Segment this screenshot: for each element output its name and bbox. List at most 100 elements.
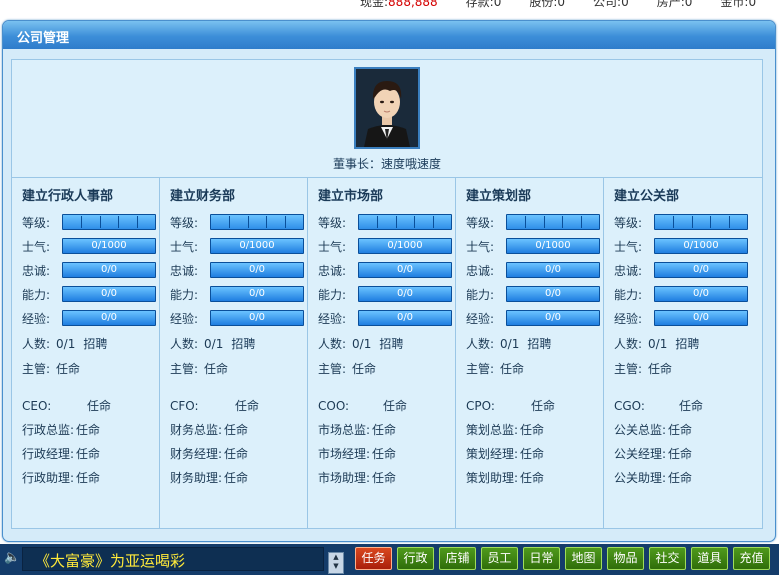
people-label: 人数: bbox=[318, 337, 347, 351]
staff-role: 策划助理: bbox=[466, 471, 519, 485]
stat-label: 能力: bbox=[466, 288, 495, 302]
hire-link[interactable]: 招聘 bbox=[83, 337, 107, 351]
menu-button[interactable]: 店铺 bbox=[439, 547, 476, 570]
appoint-link[interactable]: 任命 bbox=[668, 423, 692, 437]
stat-label: 忠诚: bbox=[170, 264, 199, 278]
appoint-link[interactable]: 任命 bbox=[224, 447, 248, 461]
appoint-link[interactable]: 任命 bbox=[520, 471, 544, 485]
appoint-link[interactable]: 任命 bbox=[224, 423, 248, 437]
appoint-link[interactable]: 任命 bbox=[235, 399, 259, 413]
staff-row: 市场总监: 任命 bbox=[318, 421, 396, 438]
level-segment bbox=[543, 216, 545, 228]
staff-role: CEO: bbox=[22, 399, 52, 413]
appoint-link[interactable]: 任命 bbox=[372, 447, 396, 461]
appoint-link[interactable]: 任命 bbox=[76, 423, 100, 437]
menu-button[interactable]: 员工 bbox=[481, 547, 518, 570]
appoint-link[interactable]: 任命 bbox=[76, 471, 100, 485]
ability-bar: 0/0 bbox=[654, 286, 748, 302]
appoint-link[interactable]: 任命 bbox=[87, 399, 111, 413]
menu-button[interactable]: 物品 bbox=[607, 547, 644, 570]
staff-row: CGO: 任命 bbox=[614, 397, 703, 414]
status-item: 现金:888,888 bbox=[360, 0, 452, 8]
stat-value: 0/0 bbox=[692, 264, 710, 275]
appoint-link[interactable]: 任命 bbox=[520, 423, 544, 437]
department-column: 建立市场部 等级: 士气: 0/1000 忠诚: 0/0 能力: 0/0 经验: 0/0 人数: 0/… bbox=[308, 178, 456, 528]
staff-role: 行政助理: bbox=[22, 471, 75, 485]
appoint-link[interactable]: 任命 bbox=[668, 471, 692, 485]
appoint-link[interactable]: 任命 bbox=[500, 362, 524, 376]
department-title[interactable]: 建立公关部 bbox=[614, 185, 679, 204]
department-title[interactable]: 建立行政人事部 bbox=[22, 185, 113, 204]
hire-link[interactable]: 招聘 bbox=[231, 337, 255, 351]
chairman-area: 董事长：速度哦速度 bbox=[12, 60, 762, 178]
department-title[interactable]: 建立财务部 bbox=[170, 185, 235, 204]
stat-value: 0/0 bbox=[248, 288, 266, 299]
exp-bar: 0/0 bbox=[358, 310, 452, 326]
manager-row: 主管: 任命 bbox=[22, 360, 80, 377]
manager-row: 主管: 任命 bbox=[614, 360, 672, 377]
staff-row: 财务经理: 任命 bbox=[170, 445, 248, 462]
status-label: 公司: bbox=[593, 0, 622, 8]
menu-button[interactable]: 充值 bbox=[733, 547, 770, 570]
menu-button[interactable]: 地图 bbox=[565, 547, 602, 570]
stat-value: 0/0 bbox=[544, 288, 562, 299]
hire-link[interactable]: 招聘 bbox=[675, 337, 699, 351]
appoint-link[interactable]: 任命 bbox=[520, 447, 544, 461]
staff-row: COO: 任命 bbox=[318, 397, 407, 414]
ticker-scroll[interactable]: ▲ ▼ bbox=[328, 552, 344, 574]
manager-row: 主管: 任命 bbox=[318, 360, 376, 377]
menu-button[interactable]: 日常 bbox=[523, 547, 560, 570]
scroll-down-icon[interactable]: ▼ bbox=[329, 562, 343, 571]
menu-button[interactable]: 行政 bbox=[397, 547, 434, 570]
hire-link[interactable]: 招聘 bbox=[379, 337, 403, 351]
chairman-label: 董事长：速度哦速度 bbox=[332, 157, 441, 171]
stat-value: 0/0 bbox=[248, 264, 266, 275]
morale-bar: 0/1000 bbox=[506, 238, 600, 254]
manager-row: 主管: 任命 bbox=[466, 360, 524, 377]
status-label: 股份: bbox=[529, 0, 558, 8]
level-segment bbox=[562, 216, 564, 228]
menu-button[interactable]: 任务 bbox=[355, 547, 392, 570]
stat-value: 0/0 bbox=[396, 288, 414, 299]
appoint-link[interactable]: 任命 bbox=[204, 362, 228, 376]
status-item: 公司:0 bbox=[593, 0, 643, 8]
morale-bar: 0/1000 bbox=[358, 238, 452, 254]
appoint-link[interactable]: 任命 bbox=[648, 362, 672, 376]
appoint-link[interactable]: 任命 bbox=[679, 399, 703, 413]
level-segment bbox=[673, 216, 675, 228]
department-title[interactable]: 建立市场部 bbox=[318, 185, 383, 204]
scroll-up-icon[interactable]: ▲ bbox=[329, 553, 343, 562]
appoint-link[interactable]: 任命 bbox=[531, 399, 555, 413]
appoint-link[interactable]: 任命 bbox=[372, 423, 396, 437]
company-panel: 董事长：速度哦速度 建立行政人事部 等级: 士气: 0/1000 忠诚: 0/0 能力: 0/… bbox=[11, 59, 763, 529]
appoint-link[interactable]: 任命 bbox=[224, 471, 248, 485]
status-value: 0 bbox=[684, 0, 693, 8]
department-column: 建立策划部 等级: 士气: 0/1000 忠诚: 0/0 能力: 0/0 经验: 0/0 人数: 0/… bbox=[456, 178, 604, 528]
appoint-link[interactable]: 任命 bbox=[56, 362, 80, 376]
status-item: 房产:0 bbox=[657, 0, 707, 8]
stat-value: 0/0 bbox=[100, 288, 118, 299]
department-title[interactable]: 建立策划部 bbox=[466, 185, 531, 204]
stat-value: 0/0 bbox=[544, 264, 562, 275]
menu-button[interactable]: 社交 bbox=[649, 547, 686, 570]
appoint-link[interactable]: 任命 bbox=[352, 362, 376, 376]
exp-bar: 0/0 bbox=[506, 310, 600, 326]
chairman-portrait[interactable] bbox=[354, 67, 420, 149]
stat-label: 能力: bbox=[318, 288, 347, 302]
appoint-link[interactable]: 任命 bbox=[372, 471, 396, 485]
level-segment bbox=[136, 216, 138, 228]
manager-label: 主管: bbox=[466, 362, 495, 376]
appoint-link[interactable]: 任命 bbox=[76, 447, 100, 461]
people-count: 0/1 bbox=[352, 337, 372, 351]
level-segment bbox=[247, 216, 249, 228]
people-row: 人数: 0/1 招聘 bbox=[614, 335, 699, 352]
appoint-link[interactable]: 任命 bbox=[668, 447, 692, 461]
level-segment bbox=[284, 216, 286, 228]
people-label: 人数: bbox=[466, 337, 495, 351]
menu-button[interactable]: 道具 bbox=[691, 547, 728, 570]
appoint-link[interactable]: 任命 bbox=[383, 399, 407, 413]
stat-value: 0/0 bbox=[100, 312, 118, 323]
hire-link[interactable]: 招聘 bbox=[527, 337, 551, 351]
staff-role: 财务助理: bbox=[170, 471, 223, 485]
speaker-icon[interactable]: 🔈 bbox=[4, 550, 20, 565]
